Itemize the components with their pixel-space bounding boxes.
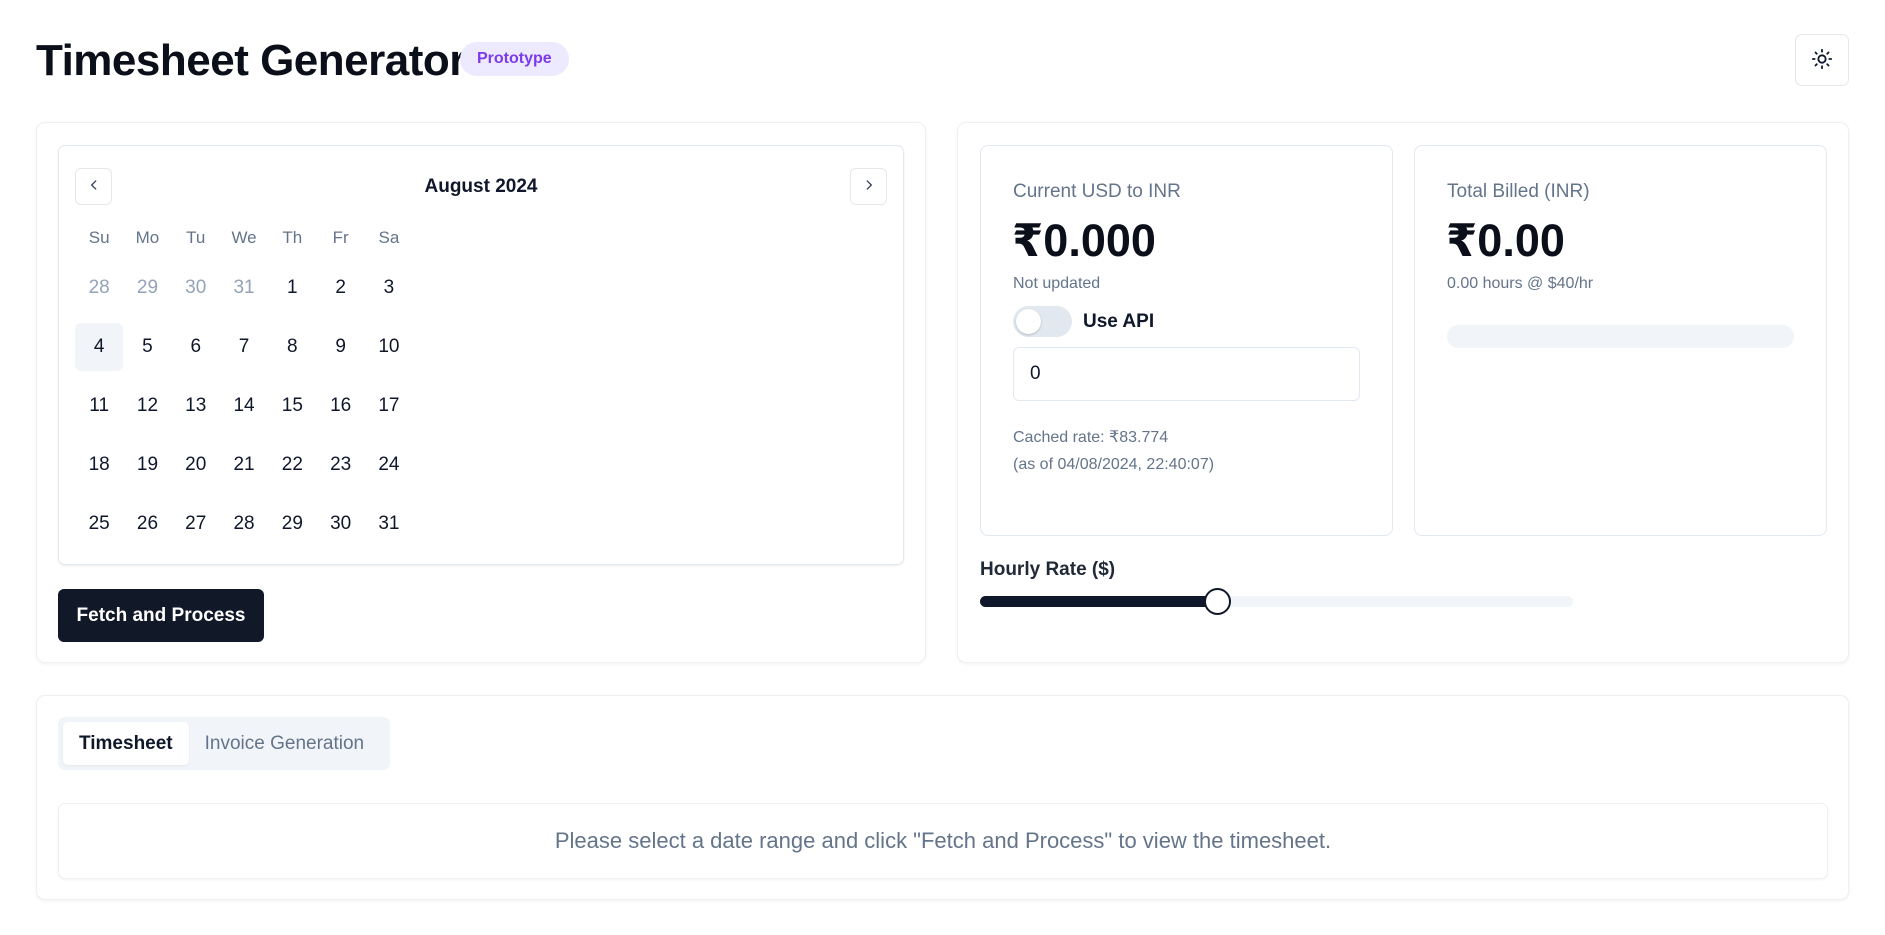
calendar-day[interactable]: 20: [172, 441, 220, 489]
fetch-and-process-button[interactable]: Fetch and Process: [58, 589, 264, 642]
calendar-day-outside[interactable]: 28: [75, 264, 123, 312]
calendar-day[interactable]: 10: [365, 323, 413, 371]
calendar-day[interactable]: 2: [316, 264, 364, 312]
total-billed-label: Total Billed (INR): [1447, 181, 1590, 202]
exchange-rate-label: Current USD to INR: [1013, 181, 1181, 202]
hourly-rate-slider[interactable]: [980, 588, 1573, 615]
calendar-day[interactable]: 18: [75, 441, 123, 489]
weekday-label: Sa: [378, 228, 400, 247]
calendar-day[interactable]: 29: [268, 500, 316, 548]
prototype-badge: Prototype: [460, 42, 569, 76]
calendar-day[interactable]: 3: [365, 264, 413, 312]
calendar-day[interactable]: 4: [75, 323, 124, 371]
weekday-label: Fr: [332, 228, 349, 247]
cached-rate-text: Cached rate: ₹83.774: [1013, 429, 1169, 446]
page-title: Timesheet Generator: [36, 36, 466, 85]
exchange-rate-status: Not updated: [1013, 275, 1101, 292]
calendar-day[interactable]: 6: [172, 323, 220, 371]
calendar-week-row: 4 5 6 7 8 9 10: [75, 323, 413, 382]
cached-rate-info: Cached rate: ₹83.774 (as of 04/08/2024, …: [1013, 424, 1214, 478]
exchange-rate-input[interactable]: [1013, 347, 1360, 401]
calendar-day[interactable]: 22: [268, 441, 316, 489]
calendar-day[interactable]: 5: [123, 323, 171, 371]
total-billed-card: Total Billed (INR) ₹0.00 0.00 hours @ $4…: [1414, 145, 1827, 536]
weekday-label: Mo: [135, 228, 160, 247]
use-api-row: Use API: [1013, 306, 1154, 337]
timesheet-panel: Timesheet Invoice Generation Please selec…: [36, 695, 1849, 900]
weekday-label: We: [231, 228, 257, 247]
hourly-rate-label: Hourly Rate ($): [980, 559, 1116, 580]
use-api-label: Use API: [1083, 310, 1155, 332]
calendar-week-row: 28 29 30 31 1 2 3: [75, 264, 413, 323]
calendar-week-row: 18 19 20 21 22 23 24: [75, 441, 413, 500]
calendar-weekday-header: Su Mo Tu We Th Fr Sa: [75, 228, 413, 248]
billed-hours-summary: 0.00 hours @ $40/hr: [1447, 275, 1594, 292]
page-header: Timesheet Generator Prototype: [36, 30, 1849, 90]
calendar-day-outside[interactable]: 30: [172, 264, 220, 312]
total-billed-value: ₹0.00: [1446, 215, 1565, 266]
calendar-week-row: 11 12 13 14 15 16 17: [75, 382, 413, 441]
next-month-button[interactable]: [850, 168, 887, 205]
calendar-day[interactable]: 28: [220, 500, 268, 548]
calendar-day[interactable]: 14: [220, 382, 268, 430]
sun-icon: [1811, 48, 1833, 73]
calendar-day[interactable]: 31: [365, 500, 413, 548]
weekday-label: Tu: [186, 228, 206, 247]
toggle-knob: [1016, 309, 1041, 334]
calendar-day[interactable]: 25: [75, 500, 123, 548]
calendar-day-outside[interactable]: 31: [220, 264, 268, 312]
timesheet-empty-state: Please select a date range and click "Fe…: [58, 803, 1828, 879]
calendar: August 2024 Su Mo Tu We Th Fr Sa 28 29 30 31 1 2 3 4 5…: [58, 145, 904, 565]
calendar-day[interactable]: 30: [316, 500, 364, 548]
calendar-grid: 28 29 30 31 1 2 3 4 5 6 7 8 9 10 11 12 13 14 15 16 17 18 19 20 2…: [75, 264, 413, 559]
calendar-day[interactable]: 12: [123, 382, 171, 430]
exchange-rate-value: ₹0.000: [1012, 215, 1156, 266]
date-selection-card: August 2024 Su Mo Tu We Th Fr Sa 28 29 30 31 1 2 3 4 5…: [36, 122, 926, 663]
calendar-week-row: 25 26 27 28 29 30 31: [75, 500, 413, 559]
hourly-rate-slider-fill: [980, 596, 1218, 607]
use-api-toggle[interactable]: [1013, 306, 1072, 337]
calendar-day[interactable]: 19: [123, 441, 171, 489]
billing-summary-card: Current USD to INR ₹0.000 Not updated Us…: [957, 122, 1849, 663]
tab-timesheet[interactable]: Timesheet: [63, 722, 189, 765]
calendar-day[interactable]: 9: [316, 323, 364, 371]
calendar-day[interactable]: 16: [316, 382, 364, 430]
cached-rate-timestamp: (as of 04/08/2024, 22:40:07): [1013, 456, 1215, 473]
weekday-label: Su: [88, 228, 110, 247]
hourly-rate-slider-thumb[interactable]: [1204, 588, 1232, 615]
calendar-day-outside[interactable]: 29: [123, 264, 171, 312]
calendar-day[interactable]: 11: [75, 382, 123, 430]
view-tabs: Timesheet Invoice Generation: [58, 717, 390, 770]
exchange-rate-card: Current USD to INR ₹0.000 Not updated Us…: [980, 145, 1393, 536]
chevron-right-icon: [862, 178, 876, 195]
calendar-day[interactable]: 15: [268, 382, 316, 430]
calendar-day[interactable]: 8: [268, 323, 316, 371]
weekday-label: Th: [282, 228, 303, 247]
calendar-day[interactable]: 21: [220, 441, 268, 489]
calendar-day[interactable]: 7: [220, 323, 268, 371]
theme-toggle-button[interactable]: [1795, 34, 1849, 86]
billed-progress-bar: [1447, 325, 1794, 348]
calendar-day[interactable]: 27: [172, 500, 220, 548]
calendar-day[interactable]: 23: [316, 441, 364, 489]
calendar-day[interactable]: 26: [123, 500, 171, 548]
calendar-day[interactable]: 13: [172, 382, 220, 430]
calendar-day[interactable]: 1: [268, 264, 316, 312]
calendar-day[interactable]: 17: [365, 382, 413, 430]
calendar-month-label: August 2024: [424, 176, 538, 197]
tab-invoice-generation[interactable]: Invoice Generation: [189, 722, 381, 765]
calendar-day[interactable]: 24: [365, 441, 413, 489]
